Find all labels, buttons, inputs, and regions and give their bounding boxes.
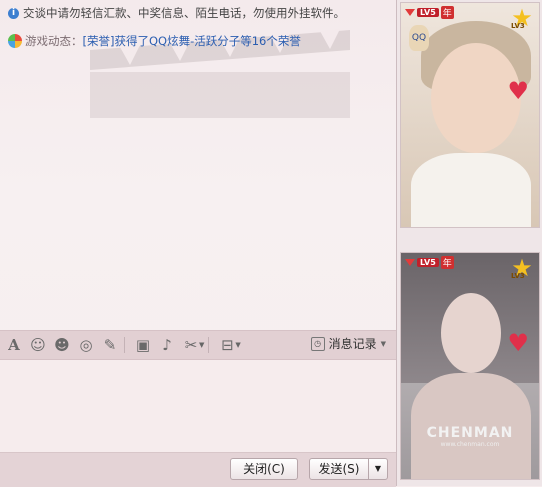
annual-badge: 年	[440, 6, 454, 19]
star-level-text: LV3	[511, 22, 525, 30]
message-input[interactable]	[0, 360, 396, 452]
message-history-label: 消息记录	[328, 337, 377, 351]
scissors-icon[interactable]: ✂	[181, 335, 201, 355]
shake-icon[interactable]: ◎	[76, 335, 96, 355]
star-level-icon: ★ LV3	[511, 4, 533, 32]
screenshot-dropdown-icon[interactable]: ▼	[199, 341, 204, 349]
heart-icon[interactable]: ♥	[507, 77, 529, 105]
chevron-down-icon: ▼	[380, 339, 386, 348]
game-status-label: 游戏动态：	[25, 34, 83, 48]
smiley-icon[interactable]: ☺	[28, 335, 48, 355]
chat-panel: i 交谈中请勿轻信汇款、中奖信息、陌生电话，勿使用外挂软件。 游戏动态： [荣誉…	[0, 0, 396, 487]
heart-icon[interactable]: ♥	[507, 329, 529, 357]
toolbar-divider	[208, 337, 210, 353]
photo-watermark: CHENMAN	[426, 425, 514, 441]
info-icon: i	[8, 7, 19, 19]
qq-game-icon	[8, 34, 22, 48]
my-show-card[interactable]: CHENMAN www.chenman.com LV5 年 ★ LV3 ♥	[400, 252, 540, 480]
button-bar: 关闭(C) 发送(S) ▼	[0, 452, 396, 487]
close-button[interactable]: 关闭(C)	[230, 458, 298, 480]
notice-text: 交谈中请勿轻信汇款、中奖信息、陌生电话，勿使用外挂软件。	[23, 6, 345, 20]
vip-badge: LV5 年	[405, 6, 454, 19]
music-icon[interactable]: ♪	[157, 335, 177, 355]
doodle-icon[interactable]: ✎	[100, 335, 120, 355]
message-history-area[interactable]	[0, 56, 396, 328]
message-history-button[interactable]: ◷ 消息记录 ▼	[310, 335, 386, 352]
diamond-icon	[405, 9, 415, 16]
magic-face-icon[interactable]: ☻	[52, 335, 72, 355]
toolbar-divider	[124, 337, 125, 353]
annual-badge: 年	[440, 256, 454, 269]
show-image-body	[411, 153, 531, 227]
image-icon[interactable]: ▣	[133, 335, 153, 355]
font-icon[interactable]: A	[4, 335, 24, 355]
chevron-down-icon: ▼	[374, 464, 382, 473]
star-level-text: LV3	[511, 272, 525, 280]
game-status-link[interactable]: [荣誉]获得了QQ炫舞-活跃分子等16个荣誉	[83, 33, 301, 49]
send-options-button[interactable]: ▼	[368, 458, 388, 480]
input-toolbar: A ☺ ☻ ◎ ✎ ▣ ♪ ✂ ▼ ⊟ ▼ ◷ 消息记录 ▼	[0, 330, 396, 360]
send-button[interactable]: 发送(S)	[309, 458, 369, 480]
toolbox-icon[interactable]: ⊟	[217, 335, 237, 355]
game-status: 游戏动态： [荣誉]获得了QQ炫舞-活跃分子等16个荣誉	[8, 31, 301, 51]
show-image-face	[441, 293, 501, 373]
apps-dropdown-icon[interactable]: ▼	[235, 341, 240, 349]
security-notice: i 交谈中请勿轻信汇款、中奖信息、陌生电话，勿使用外挂软件。	[8, 4, 345, 22]
star-level-icon: ★ LV3	[511, 254, 533, 282]
pet-icon[interactable]: QQ	[409, 25, 429, 51]
photo-watermark-url: www.chenman.com	[440, 441, 500, 448]
friend-show-card[interactable]: LV5 年 ★ LV3 QQ ♥	[400, 2, 540, 228]
vip-level: LV5	[417, 258, 439, 267]
diamond-icon	[405, 259, 415, 266]
vip-level: LV5	[417, 8, 439, 17]
contact-show-panel: LV5 年 ★ LV3 QQ ♥ CHENMAN www.chenman.com …	[396, 0, 542, 486]
vip-badge: LV5 年	[405, 256, 454, 269]
clock-icon: ◷	[310, 336, 325, 351]
